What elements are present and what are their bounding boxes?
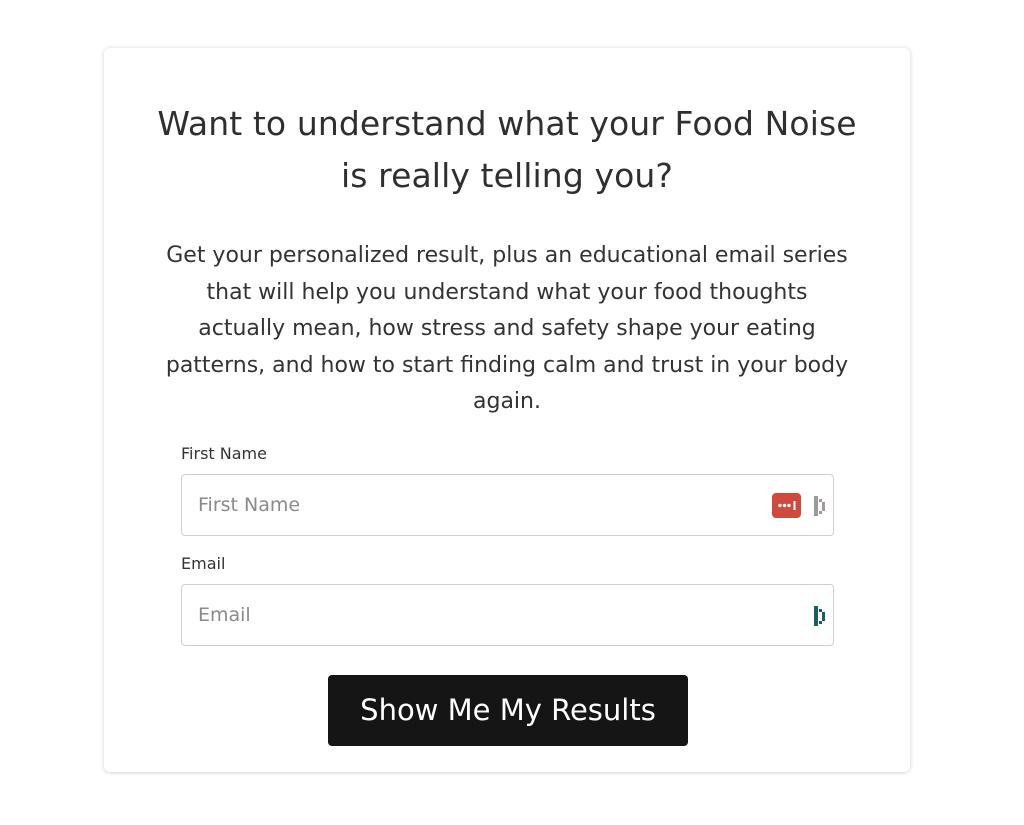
show-results-button[interactable]: Show Me My Results [328,675,688,746]
autofill-icon[interactable] [813,605,829,627]
form-title: Want to understand what your Food Noise … [104,98,910,202]
form-description: Get your personalized result, plus an ed… [134,238,880,421]
description-line: again. [473,389,541,414]
form-title-line: Want to understand what your Food Noise [157,104,857,143]
email-label: Email [181,554,226,573]
signup-card: Want to understand what your Food Noise … [104,48,910,772]
description-line: patterns, and how to start finding calm … [165,352,849,378]
first-name-input[interactable] [182,475,833,535]
description-line: actually mean, how stress and safety sha… [198,316,816,341]
form-title-line: is really telling you? [340,156,674,195]
description-line: that will help you understand what your … [206,279,808,305]
email-field-wrapper [181,584,834,646]
autofill-icon[interactable] [813,495,829,517]
first-name-label: First Name [181,444,267,463]
first-name-field-wrapper [181,474,834,536]
page: Want to understand what your Food Noise … [0,0,1024,825]
email-input[interactable] [182,585,833,645]
description-line: Get your personalized result, plus an ed… [166,243,848,268]
password-manager-icon[interactable] [772,493,801,518]
